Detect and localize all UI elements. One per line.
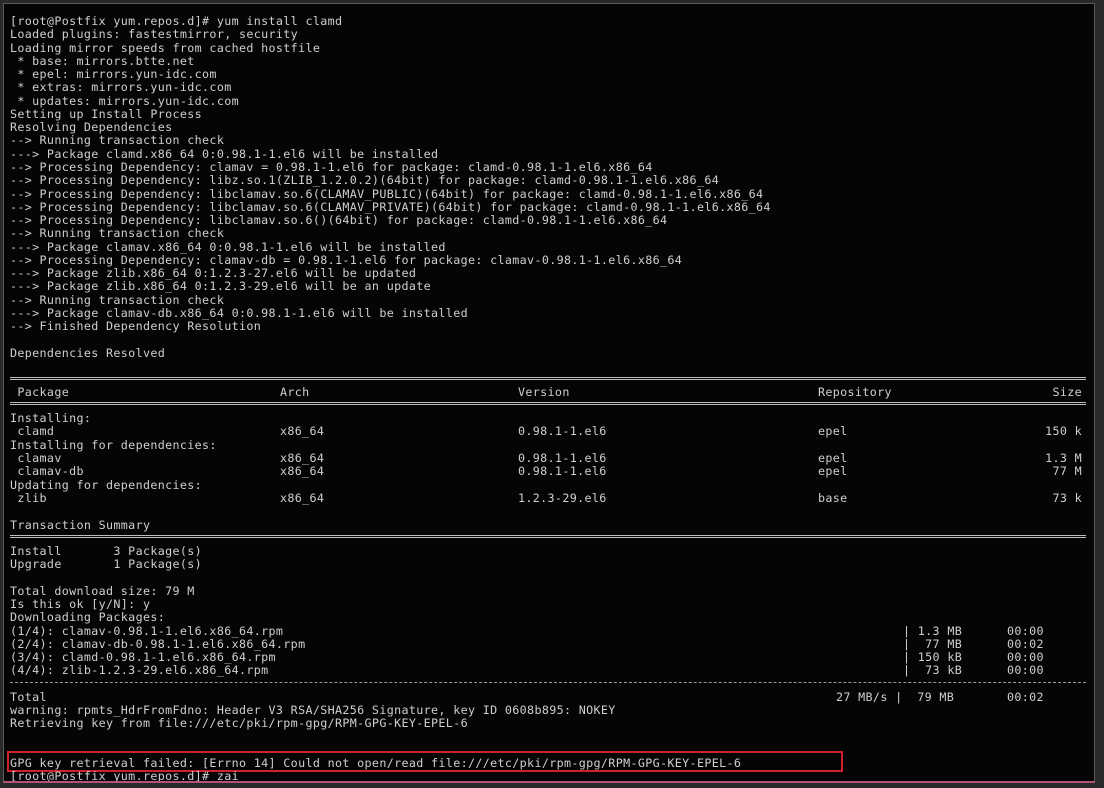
output-line: Loaded plugins: fastestmirror, security <box>10 27 299 42</box>
output-line: --> Processing Dependency: libclamav.so.… <box>10 186 764 201</box>
pkg-arch: x86_64 <box>280 451 325 465</box>
output-line: --> Running transaction check <box>10 133 225 148</box>
pkg-size: 77 M <box>1052 464 1082 478</box>
download-total: Total 27 MB/s | 79 MB 00:02 <box>10 690 1044 704</box>
pkg-repo: epel <box>818 451 848 465</box>
output-line: Loading mirror speeds from cached hostfi… <box>10 40 321 55</box>
download-time: 00:00 <box>1007 650 1044 664</box>
pkg-size: 1.3 M <box>1045 451 1082 465</box>
total-label: Total <box>10 690 47 704</box>
summary-rule <box>10 535 1086 538</box>
download-file: (4/4): zlib-1.2.3-29.el6.x86_64.rpm <box>10 663 269 677</box>
output-line: ---> Package clamav.x86_64 0:0.98.1-1.el… <box>10 239 446 254</box>
pkg-repo: epel <box>818 424 848 438</box>
summary-install: Install 3 Package(s) <box>10 544 203 558</box>
download-size: Total download size: 79 M <box>10 584 195 598</box>
pkg-version: 0.98.1-1.el6 <box>518 451 607 465</box>
download-rule <box>10 682 1086 683</box>
table-row: zlib x86_64 1.2.3-29.el6 base 73 k <box>10 491 1081 505</box>
download-file: (2/4): clamav-db-0.98.1-1.el6.x86_64.rpm <box>10 637 306 651</box>
retrieving-line: Retrieving key from file:///etc/pki/rpm-… <box>10 716 468 730</box>
output-line: --> Processing Dependency: libz.so.1(ZLI… <box>10 173 720 188</box>
download-size: | 73 kB <box>903 663 963 677</box>
command-line: [root@Postfix yum.repos.d]# yum install … <box>10 14 343 28</box>
terminal-window[interactable]: [root@Postfix yum.repos.d]# yum install … <box>3 3 1095 783</box>
pkg-arch: x86_64 <box>280 491 325 505</box>
output-line: ---> Package zlib.x86_64 0:1.2.3-29.el6 … <box>10 279 432 294</box>
header-size: Size <box>1052 385 1082 399</box>
downloading-heading: Downloading Packages: <box>10 610 166 624</box>
output-line: --> Running transaction check <box>10 292 225 307</box>
table-row: clamav-db x86_64 0.98.1-1.el6 epel 77 M <box>10 464 1081 478</box>
header-arch: Arch <box>280 385 310 399</box>
pkg-size: 73 k <box>1052 491 1082 505</box>
download-time: 00:00 <box>1007 663 1044 677</box>
table-header: Package Arch Version Repository Size <box>10 385 1081 399</box>
total-time: 00:02 <box>1007 690 1044 704</box>
output-line: --> Running transaction check <box>10 226 225 241</box>
download-row: (3/4): clamd-0.98.1-1.el6.x86_64.rpm | 1… <box>10 650 1044 664</box>
download-row: (4/4): zlib-1.2.3-29.el6.x86_64.rpm | 73… <box>10 663 1044 677</box>
download-size: | 77 MB <box>903 637 963 651</box>
output-line: ---> Package clamd.x86_64 0:0.98.1-1.el6… <box>10 146 439 161</box>
warning-line: warning: rpmts_HdrFromFdno: Header V3 RS… <box>10 703 616 717</box>
output-line: ---> Package zlib.x86_64 0:1.2.3-27.el6 … <box>10 266 417 281</box>
pkg-version: 0.98.1-1.el6 <box>518 464 607 478</box>
download-size: | 1.3 MB <box>903 624 963 638</box>
pkg-arch: x86_64 <box>280 424 325 438</box>
pkg-name: zlib <box>10 491 47 505</box>
pkg-repo: base <box>818 491 848 505</box>
pkg-version: 1.2.3-29.el6 <box>518 491 607 505</box>
section-installing: Installing: <box>10 411 92 425</box>
output-line: * extras: mirrors.yun-idc.com <box>10 80 232 95</box>
table-row: clamd x86_64 0.98.1-1.el6 epel 150 k <box>10 424 1081 438</box>
total-rate: 27 MB/s | 79 MB <box>836 690 955 704</box>
download-file: (3/4): clamd-0.98.1-1.el6.x86_64.rpm <box>10 650 276 664</box>
pkg-arch: x86_64 <box>280 464 325 478</box>
section-updating: Updating for dependencies: <box>10 478 203 492</box>
summary-upgrade: Upgrade 1 Package(s) <box>10 557 203 571</box>
summary-title: Transaction Summary <box>10 518 151 532</box>
output-line: --> Processing Dependency: libclamav.so.… <box>10 213 668 228</box>
output-line: --> Finished Dependency Resolution <box>10 319 262 334</box>
pkg-version: 0.98.1-1.el6 <box>518 424 607 438</box>
output-line: --> Processing Dependency: clamav-db = 0… <box>10 252 683 267</box>
download-row: (1/4): clamav-0.98.1-1.el6.x86_64.rpm | … <box>10 624 1044 638</box>
confirm-prompt: Is this ok [y/N]: y <box>10 597 151 611</box>
output-line: Dependencies Resolved <box>10 345 166 360</box>
download-size: | 150 kB <box>903 650 963 664</box>
output-line: * epel: mirrors.yun-idc.com <box>10 67 217 82</box>
error-line: GPG key retrieval failed: [Errno 14] Cou… <box>10 756 742 770</box>
table-row: clamav x86_64 0.98.1-1.el6 epel 1.3 M <box>10 451 1081 465</box>
download-file: (1/4): clamav-0.98.1-1.el6.x86_64.rpm <box>10 624 284 638</box>
header-package: Package <box>10 385 70 399</box>
output-line: --> Processing Dependency: clamav = 0.98… <box>10 159 653 174</box>
header-version: Version <box>518 385 570 399</box>
table-header-rule <box>10 402 1086 405</box>
download-row: (2/4): clamav-db-0.98.1-1.el6.x86_64.rpm… <box>10 637 1044 651</box>
shell-prompt[interactable]: [root@Postfix yum.repos.d]# zai <box>10 769 239 781</box>
pkg-size: 150 k <box>1045 424 1082 438</box>
output-line: ---> Package clamav-db.x86_64 0:0.98.1-1… <box>10 305 468 320</box>
download-time: 00:02 <box>1007 637 1044 651</box>
table-top-rule <box>10 377 1086 380</box>
output-line: * updates: mirrors.yun-idc.com <box>10 93 239 108</box>
pkg-name: clamav <box>10 451 62 465</box>
output-line: Setting up Install Process <box>10 106 203 121</box>
download-time: 00:00 <box>1007 624 1044 638</box>
output-line: --> Processing Dependency: libclamav.so.… <box>10 199 771 214</box>
output-line: * base: mirrors.btte.net <box>10 53 195 68</box>
output-line: Resolving Dependencies <box>10 120 173 135</box>
pkg-name: clamd <box>10 424 55 438</box>
pkg-repo: epel <box>818 464 848 478</box>
header-repository: Repository <box>818 385 892 399</box>
section-deps: Installing for dependencies: <box>10 438 217 452</box>
pkg-name: clamav-db <box>10 464 84 478</box>
